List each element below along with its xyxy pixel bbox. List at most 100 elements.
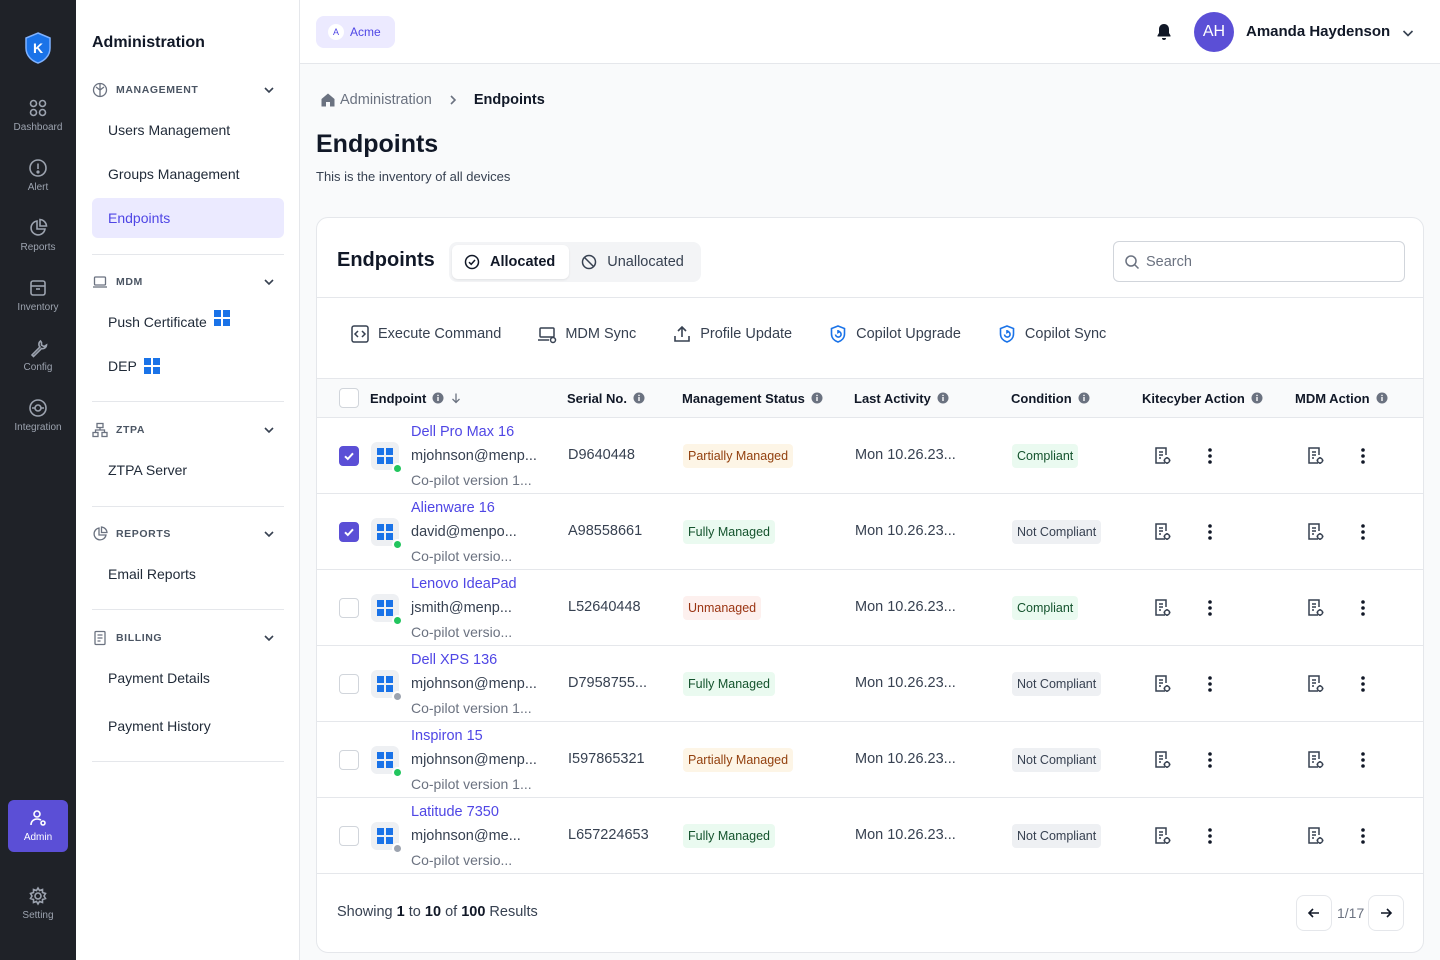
sidebar-item-endpoints[interactable]: Endpoints bbox=[92, 198, 284, 238]
profile-update-button[interactable]: Profile Update bbox=[672, 324, 792, 344]
kitecyber-action-icon[interactable] bbox=[1152, 750, 1172, 770]
chevron-down-icon[interactable] bbox=[262, 527, 276, 541]
org-switcher[interactable]: A Acme bbox=[316, 16, 395, 48]
chevron-down-icon[interactable] bbox=[262, 275, 276, 289]
table-row[interactable]: Inspiron 15 mjohnson@menp... Co-pilot vers… bbox=[317, 722, 1423, 798]
mdm-action-icon[interactable] bbox=[1305, 826, 1325, 846]
column-management-status[interactable]: Management Status bbox=[682, 379, 823, 417]
endpoint-name-link[interactable]: Dell Pro Max 16 bbox=[411, 424, 514, 440]
row-checkbox[interactable] bbox=[339, 446, 359, 466]
user-name[interactable]: Amanda Haydenson bbox=[1246, 23, 1390, 40]
kitecyber-more-icon[interactable] bbox=[1200, 446, 1220, 466]
rail-inventory[interactable]: Inventory bbox=[8, 272, 68, 324]
mdm-more-icon[interactable] bbox=[1353, 750, 1373, 770]
mdm-action-icon[interactable] bbox=[1305, 446, 1325, 466]
tab-allocated[interactable]: Allocated bbox=[452, 245, 570, 279]
table-row[interactable]: Alienware 16 david@menpo... Co-pilot versi… bbox=[317, 494, 1423, 570]
rail-admin[interactable]: Admin bbox=[8, 800, 68, 852]
kitecyber-more-icon[interactable] bbox=[1200, 750, 1220, 770]
home-icon[interactable] bbox=[320, 92, 336, 108]
avatar[interactable]: AH bbox=[1194, 12, 1234, 52]
table-row[interactable]: Dell XPS 136 mjohnson@menp... Co-pilot ver… bbox=[317, 646, 1423, 722]
sidebar-item-ztpa-server[interactable]: ZTPA Server bbox=[92, 450, 284, 490]
execute-command-button[interactable]: Execute Command bbox=[350, 324, 501, 344]
chevron-down-icon[interactable] bbox=[262, 423, 276, 437]
endpoint-name-link[interactable]: Inspiron 15 bbox=[411, 728, 483, 744]
rail-setting[interactable]: Setting bbox=[8, 880, 68, 932]
rail-dashboard[interactable]: Dashboard bbox=[8, 92, 68, 144]
kitecyber-more-icon[interactable] bbox=[1200, 674, 1220, 694]
rail-integration[interactable]: Integration bbox=[8, 392, 68, 444]
mdm-sync-button[interactable]: MDM Sync bbox=[537, 324, 636, 344]
section-header-management[interactable]: MANAGEMENT bbox=[92, 80, 284, 100]
section-header-mdm[interactable]: MDM bbox=[92, 272, 284, 292]
section-header-billing[interactable]: BILLING bbox=[92, 628, 284, 648]
select-all-checkbox[interactable] bbox=[339, 388, 359, 408]
mdm-action-icon[interactable] bbox=[1305, 598, 1325, 618]
table-row[interactable]: Latitude 7350 mjohnson@me... Co-pilot vers… bbox=[317, 798, 1423, 874]
rail-config[interactable]: Config bbox=[8, 332, 68, 384]
column-serial[interactable]: Serial No. bbox=[567, 379, 645, 417]
kitecyber-more-icon[interactable] bbox=[1200, 598, 1220, 618]
sidebar-item-groups-management[interactable]: Groups Management bbox=[92, 154, 284, 194]
row-checkbox[interactable] bbox=[339, 598, 359, 618]
kitecyber-logo-icon[interactable]: K bbox=[24, 32, 52, 64]
endpoint-name-link[interactable]: Latitude 7350 bbox=[411, 804, 499, 820]
sidebar-item-payment-details[interactable]: Payment Details bbox=[92, 658, 284, 698]
kitecyber-action-icon[interactable] bbox=[1152, 598, 1172, 618]
info-icon[interactable] bbox=[937, 392, 949, 404]
mdm-more-icon[interactable] bbox=[1353, 522, 1373, 542]
column-last-activity[interactable]: Last Activity bbox=[854, 379, 949, 417]
mdm-more-icon[interactable] bbox=[1353, 826, 1373, 846]
mdm-action-icon[interactable] bbox=[1305, 522, 1325, 542]
chevron-down-icon[interactable] bbox=[262, 83, 276, 97]
table-row[interactable]: Lenovo IdeaPad jsmith@menp... Co-pilot ver… bbox=[317, 570, 1423, 646]
chevron-down-icon[interactable] bbox=[262, 631, 276, 645]
row-checkbox[interactable] bbox=[339, 826, 359, 846]
sidebar-item-dep[interactable]: DEP bbox=[92, 346, 284, 386]
mdm-more-icon[interactable] bbox=[1353, 674, 1373, 694]
prev-page-button[interactable] bbox=[1296, 895, 1332, 931]
info-icon[interactable] bbox=[811, 392, 823, 404]
rail-alert[interactable]: Alert bbox=[8, 152, 68, 204]
table-row[interactable]: Dell Pro Max 16 mjohnson@menp... Co-pilot … bbox=[317, 418, 1423, 494]
sidebar-item-users-management[interactable]: Users Management bbox=[92, 110, 284, 150]
info-icon[interactable] bbox=[1376, 392, 1388, 404]
mdm-action-icon[interactable] bbox=[1305, 750, 1325, 770]
kitecyber-more-icon[interactable] bbox=[1200, 522, 1220, 542]
tab-unallocated[interactable]: Unallocated bbox=[569, 245, 698, 279]
row-checkbox[interactable] bbox=[339, 522, 359, 542]
endpoint-name-link[interactable]: Dell XPS 136 bbox=[411, 652, 497, 668]
next-page-button[interactable] bbox=[1368, 895, 1404, 931]
column-mdm-action[interactable]: MDM Action bbox=[1295, 379, 1388, 417]
kitecyber-action-icon[interactable] bbox=[1152, 522, 1172, 542]
kitecyber-action-icon[interactable] bbox=[1152, 826, 1172, 846]
info-icon[interactable] bbox=[1078, 392, 1090, 404]
row-checkbox[interactable] bbox=[339, 674, 359, 694]
mdm-more-icon[interactable] bbox=[1353, 446, 1373, 466]
kitecyber-action-icon[interactable] bbox=[1152, 674, 1172, 694]
kitecyber-more-icon[interactable] bbox=[1200, 826, 1220, 846]
info-icon[interactable] bbox=[1251, 392, 1263, 404]
endpoint-name-link[interactable]: Lenovo IdeaPad bbox=[411, 576, 517, 592]
column-condition[interactable]: Condition bbox=[1011, 379, 1090, 417]
kitecyber-action-icon[interactable] bbox=[1152, 446, 1172, 466]
mdm-more-icon[interactable] bbox=[1353, 598, 1373, 618]
sidebar-item-push-certificate[interactable]: Push Certificate bbox=[92, 302, 284, 342]
search-input[interactable] bbox=[1146, 253, 1396, 270]
copilot-upgrade-button[interactable]: Copilot Upgrade bbox=[828, 324, 961, 344]
info-icon[interactable] bbox=[432, 392, 444, 404]
column-kitecyber-action[interactable]: Kitecyber Action bbox=[1142, 379, 1263, 417]
sidebar-item-email-reports[interactable]: Email Reports bbox=[92, 554, 284, 594]
column-endpoint[interactable]: Endpoint bbox=[370, 379, 462, 417]
row-checkbox[interactable] bbox=[339, 750, 359, 770]
bell-icon[interactable] bbox=[1154, 22, 1174, 42]
chevron-down-icon[interactable] bbox=[1400, 25, 1416, 41]
arrow-down-icon[interactable] bbox=[450, 392, 462, 404]
copilot-sync-button[interactable]: Copilot Sync bbox=[997, 324, 1106, 344]
search-box[interactable] bbox=[1113, 241, 1405, 282]
endpoint-name-link[interactable]: Alienware 16 bbox=[411, 500, 495, 516]
breadcrumb-parent[interactable]: Administration bbox=[340, 92, 432, 108]
sidebar-item-payment-history[interactable]: Payment History bbox=[92, 706, 284, 746]
info-icon[interactable] bbox=[633, 392, 645, 404]
